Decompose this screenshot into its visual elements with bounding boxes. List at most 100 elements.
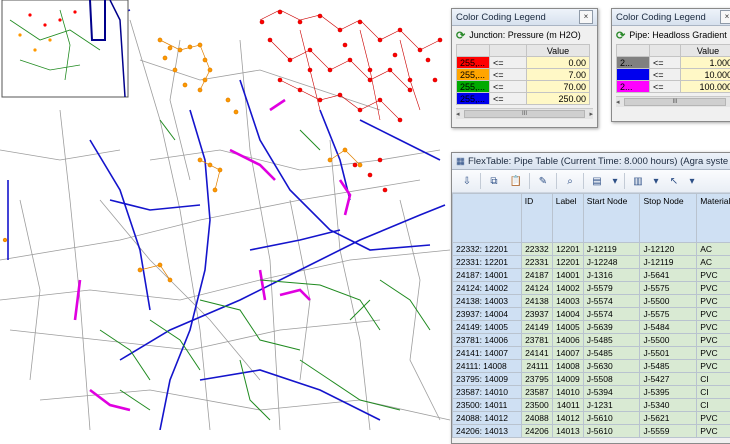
material-cell[interactable]: PVC xyxy=(697,308,730,321)
paste-icon[interactable]: 📋 xyxy=(507,172,525,190)
row-label-cell[interactable]: 24141: 14007 xyxy=(453,347,522,360)
start-node-cell[interactable]: J-5394 xyxy=(583,386,640,399)
start-node-cell[interactable]: J-5579 xyxy=(583,282,640,295)
id-cell[interactable]: 24187 xyxy=(521,269,552,282)
label-cell[interactable]: 14008 xyxy=(552,360,583,373)
start-node-cell[interactable]: J-5574 xyxy=(583,295,640,308)
material-cell[interactable]: PVC xyxy=(697,295,730,308)
row-label-cell[interactable]: 23500: 14011 xyxy=(453,399,522,412)
scroll-left-icon[interactable]: ◂ xyxy=(456,110,460,118)
row-label-cell[interactable]: 22332: 12201 xyxy=(453,243,522,256)
stop-node-cell[interactable]: J-5575 xyxy=(640,282,697,295)
start-node-cell[interactable]: J-5508 xyxy=(583,373,640,386)
zoom-icon[interactable]: ⌕ xyxy=(561,172,579,190)
row-label-cell[interactable]: 23937: 14004 xyxy=(453,308,522,321)
table-row[interactable]: 23781: 140062378114006J-5485J-5500PVC xyxy=(453,334,730,347)
table-row[interactable]: 23795: 140092379514009J-5508J-5427CI xyxy=(453,373,730,386)
stop-node-cell[interactable]: J-5484 xyxy=(640,321,697,334)
start-node-cell[interactable]: J-12248 xyxy=(583,256,640,269)
close-icon[interactable]: × xyxy=(720,10,730,24)
id-cell[interactable]: 24111 xyxy=(521,360,552,373)
table-row[interactable]: 24111: 140082411114008J-5630J-5485PVC xyxy=(453,360,730,373)
export-icon[interactable]: ⇩ xyxy=(458,172,476,190)
table-row[interactable]: 24124: 140022412414002J-5579J-5575PVC xyxy=(453,282,730,295)
scroll-right-icon[interactable]: ▸ xyxy=(589,110,593,118)
table-row[interactable]: 24141: 140072414114007J-5485J-5501PVC xyxy=(453,347,730,360)
legend-value[interactable]: 1.000 xyxy=(681,57,730,69)
material-cell[interactable]: CI xyxy=(697,386,730,399)
material-cell[interactable]: PVC xyxy=(697,347,730,360)
table-row[interactable]: 24206: 140132420614013J-5610J-5559PVC xyxy=(453,425,730,438)
legend-value[interactable]: 7.00 xyxy=(527,69,590,81)
start-node-cell[interactable]: J-1316 xyxy=(583,269,640,282)
column-header-start-node[interactable]: Start Node xyxy=(583,194,640,243)
close-icon[interactable]: × xyxy=(579,10,593,24)
horizontal-scrollbar[interactable]: ◂ III ▸ xyxy=(456,108,593,119)
label-cell[interactable]: 14012 xyxy=(552,412,583,425)
stop-node-cell[interactable]: J-5575 xyxy=(640,308,697,321)
legend-value[interactable]: 10.000 xyxy=(681,69,730,81)
column-header-rowlabel[interactable] xyxy=(453,194,522,243)
report-icon[interactable]: ▤ xyxy=(588,172,606,190)
stop-node-cell[interactable]: J-5395 xyxy=(640,386,697,399)
label-cell[interactable]: 14011 xyxy=(552,399,583,412)
edit-icon[interactable]: ✎ xyxy=(534,172,552,190)
label-cell[interactable]: 14001 xyxy=(552,269,583,282)
table-row[interactable]: 23500: 140112350014011J-1231J-5340CI xyxy=(453,399,730,412)
id-cell[interactable]: 24206 xyxy=(521,425,552,438)
column-header-id[interactable]: ID xyxy=(521,194,552,243)
row-label-cell[interactable]: 24124: 14002 xyxy=(453,282,522,295)
start-node-cell[interactable]: J-5610 xyxy=(583,412,640,425)
stop-node-cell[interactable]: J-5501 xyxy=(640,347,697,360)
id-cell[interactable]: 23500 xyxy=(521,399,552,412)
table-row[interactable]: 24088: 140122408814012J-5610J-5621PVC xyxy=(453,412,730,425)
start-node-cell[interactable]: J-5630 xyxy=(583,360,640,373)
id-cell[interactable]: 23781 xyxy=(521,334,552,347)
table-row[interactable]: 24149: 140052414914005J-5639J-5484PVC xyxy=(453,321,730,334)
id-cell[interactable]: 24124 xyxy=(521,282,552,295)
legend-row[interactable]: 2... <= 1.000 xyxy=(617,57,730,69)
chevron-down-icon[interactable]: ▾ xyxy=(687,172,697,190)
table-row[interactable]: 24138: 140032413814003J-5574J-5500PVC xyxy=(453,295,730,308)
inset-overview-map[interactable] xyxy=(2,0,128,97)
id-cell[interactable]: 24088 xyxy=(521,412,552,425)
id-cell[interactable]: 24141 xyxy=(521,347,552,360)
label-cell[interactable]: 14005 xyxy=(552,321,583,334)
id-cell[interactable]: 23795 xyxy=(521,373,552,386)
material-cell[interactable]: PVC xyxy=(697,282,730,295)
legend-row[interactable]: 2... <= 100.000 xyxy=(617,81,730,93)
row-label-cell[interactable]: 24088: 14012 xyxy=(453,412,522,425)
stop-node-cell[interactable]: J-5500 xyxy=(640,334,697,347)
label-cell[interactable]: 14006 xyxy=(552,334,583,347)
row-label-cell[interactable]: 22331: 12201 xyxy=(453,256,522,269)
start-node-cell[interactable]: J-5574 xyxy=(583,308,640,321)
id-cell[interactable]: 23587 xyxy=(521,386,552,399)
column-header-label[interactable]: Label xyxy=(552,194,583,243)
material-cell[interactable]: PVC xyxy=(697,425,730,438)
label-cell[interactable]: 12201 xyxy=(552,256,583,269)
legend-row[interactable]: 255,... <= 70.00 xyxy=(457,81,590,93)
label-cell[interactable]: 14007 xyxy=(552,347,583,360)
refresh-icon[interactable]: ⟳ xyxy=(456,29,465,42)
id-cell[interactable]: 24149 xyxy=(521,321,552,334)
legend-row[interactable]: 255,... <= 0.00 xyxy=(457,57,590,69)
legend-value[interactable]: 70.00 xyxy=(527,81,590,93)
label-cell[interactable]: 14009 xyxy=(552,373,583,386)
select-pointer-icon[interactable]: ↖ xyxy=(665,172,683,190)
start-node-cell[interactable]: J-1231 xyxy=(583,399,640,412)
start-node-cell[interactable]: J-5485 xyxy=(583,334,640,347)
stop-node-cell[interactable]: J-5340 xyxy=(640,399,697,412)
row-label-cell[interactable]: 23795: 14009 xyxy=(453,373,522,386)
color-swatch[interactable]: 255,... xyxy=(457,57,490,69)
stop-node-cell[interactable]: J-12119 xyxy=(640,256,697,269)
flextable-titlebar[interactable]: ▦ FlexTable: Pipe Table (Current Time: 8… xyxy=(452,153,730,170)
material-cell[interactable]: CI xyxy=(697,399,730,412)
stop-node-cell[interactable]: J-5559 xyxy=(640,425,697,438)
pipe-legend-window[interactable]: Color Coding Legend × ⟳ Pipe: Headloss G… xyxy=(611,8,730,122)
id-cell[interactable]: 22332 xyxy=(521,243,552,256)
label-cell[interactable]: 14003 xyxy=(552,295,583,308)
columns-icon[interactable]: ▥ xyxy=(629,172,647,190)
material-cell[interactable]: PVC xyxy=(697,321,730,334)
row-label-cell[interactable]: 24138: 14003 xyxy=(453,295,522,308)
legend-value[interactable]: 100.000 xyxy=(681,81,730,93)
